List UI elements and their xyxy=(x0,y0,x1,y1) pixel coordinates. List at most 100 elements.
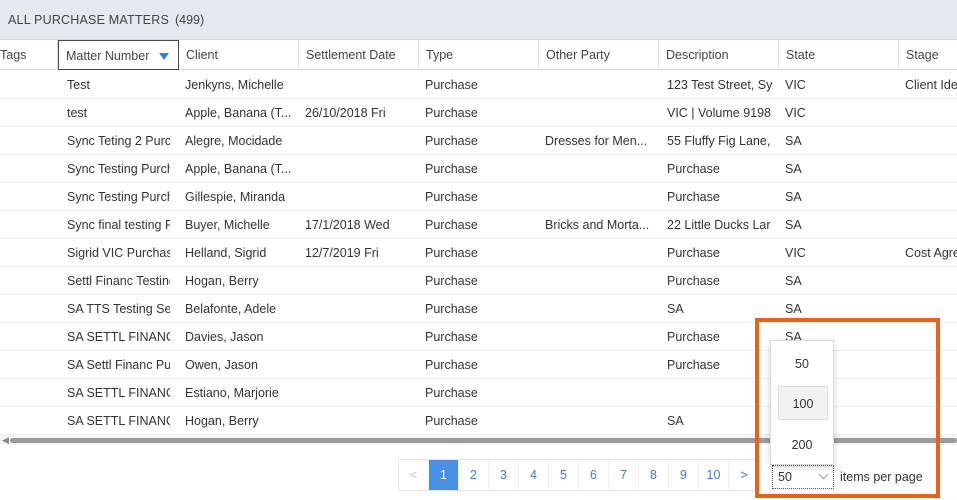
cell-description: Purchase xyxy=(667,246,720,260)
cell-settlement xyxy=(298,351,416,379)
cell-type: Purchase xyxy=(425,246,478,260)
pagination: <1 2 3 4 5 6 7 8 9 10 > xyxy=(398,459,760,491)
column-header-other-party[interactable]: Other Party xyxy=(539,40,659,70)
cell-stage xyxy=(898,267,957,295)
cell-stage xyxy=(898,183,957,211)
cell-state: VIC xyxy=(785,78,806,92)
cell-state: SA xyxy=(785,274,802,288)
items-per-page-select[interactable]: 50 xyxy=(772,465,834,489)
table-row[interactable]: SA TTS Testing Set Belafonte, Adele Purcha… xyxy=(0,295,957,323)
column-header-matter-number[interactable]: Matter Number xyxy=(58,40,179,70)
cell-settlement: 12/7/2019 Fri xyxy=(305,246,379,260)
cell-description: Purchase xyxy=(667,274,720,288)
table-row[interactable]: Settl Financ Testing Hogan, Berry Purchase… xyxy=(0,267,957,295)
cell-state: VIC xyxy=(785,106,806,120)
items-per-page-label: items per page xyxy=(840,470,923,484)
pager-page-7[interactable]: 7 xyxy=(609,460,639,490)
cell-stage xyxy=(898,295,957,323)
cell-other xyxy=(538,267,653,295)
cell-matter: Sync Testing Purch xyxy=(67,162,170,176)
pager-page-1[interactable]: 1 xyxy=(429,460,459,490)
cell-other xyxy=(538,295,653,323)
column-header-state[interactable]: State xyxy=(779,40,899,70)
sort-descending-icon[interactable] xyxy=(159,53,169,60)
cell-other xyxy=(538,183,653,211)
table-row[interactable]: test Apple, Banana (T... 26/10/2018 Fri Pur… xyxy=(0,99,957,127)
table-row[interactable]: Test Jenkyns, Michelle Purchase 123 Test St… xyxy=(0,71,957,99)
table-row[interactable]: Sync final testing F Buyer, Michelle 17/1/… xyxy=(0,211,957,239)
column-header-label: State xyxy=(786,48,816,62)
cell-description: Purchase xyxy=(667,162,720,176)
column-header-client[interactable]: Client xyxy=(179,40,299,70)
cell-matter: Test xyxy=(67,78,90,92)
pager-page-5[interactable]: 5 xyxy=(549,460,579,490)
cell-settlement xyxy=(298,183,416,211)
cell-other xyxy=(538,407,653,435)
column-header-label: Tags xyxy=(0,48,27,62)
cell-settlement xyxy=(298,155,416,183)
items-per-page-dropdown: 50 100 200 xyxy=(770,340,834,465)
cell-other xyxy=(538,99,653,127)
cell-matter: SA SETTL FINANC xyxy=(67,386,170,400)
cell-type: Purchase xyxy=(425,358,478,372)
cell-client: Buyer, Michelle xyxy=(185,218,270,232)
cell-stage xyxy=(898,99,957,127)
column-header-label: Matter Number xyxy=(66,49,150,63)
cell-settlement xyxy=(298,127,416,155)
items-per-page-value: 50 xyxy=(778,470,792,484)
cell-state: SA xyxy=(785,302,802,316)
cell-other xyxy=(538,239,653,267)
cell-stage: Cost Agre xyxy=(905,246,957,260)
pager-page-3[interactable]: 3 xyxy=(489,460,519,490)
cell-tags xyxy=(0,127,58,155)
cell-stage xyxy=(898,379,957,407)
cell-matter: SA TTS Testing Set xyxy=(67,302,170,316)
cell-description: 123 Test Street, Sy xyxy=(667,78,772,92)
column-header-label: Other Party xyxy=(546,48,610,62)
cell-client: Helland, Sigrid xyxy=(185,246,267,260)
cell-client: Jenkyns, Michelle xyxy=(185,78,284,92)
cell-client: Belafonte, Adele xyxy=(185,302,277,316)
cell-matter: SA Settl Financ Pu xyxy=(67,358,170,372)
column-header-tags[interactable]: Tags xyxy=(0,40,58,70)
column-header-label: Stage xyxy=(906,48,939,62)
pager-page-2[interactable]: 2 xyxy=(459,460,489,490)
cell-tags xyxy=(0,71,58,99)
cell-tags xyxy=(0,379,58,407)
column-header-stage[interactable]: Stage xyxy=(899,40,957,70)
cell-state: VIC xyxy=(785,246,806,260)
pager-page-8[interactable]: 8 xyxy=(639,460,669,490)
table-row[interactable]: Sigrid VIC Purchas Helland, Sigrid 12/7/20… xyxy=(0,239,957,267)
cell-type: Purchase xyxy=(425,302,478,316)
column-header-type[interactable]: Type xyxy=(419,40,539,70)
column-header-settlement-date[interactable]: Settlement Date xyxy=(299,40,419,70)
option-50[interactable]: 50 xyxy=(771,346,833,382)
cell-other: Dresses for Men... xyxy=(545,134,648,148)
pager-page-6[interactable]: 6 xyxy=(579,460,609,490)
scroll-left-icon[interactable]: ◀ xyxy=(2,435,9,445)
cell-type: Purchase xyxy=(425,386,478,400)
pager-prev-button[interactable]: < xyxy=(399,460,429,490)
chevron-down-icon xyxy=(818,469,829,480)
pager-page-9[interactable]: 9 xyxy=(669,460,699,490)
column-header-label: Description xyxy=(666,48,729,62)
cell-type: Purchase xyxy=(425,330,478,344)
cell-client: Hogan, Berry xyxy=(185,414,259,428)
table-row[interactable]: Sync Teting 2 Purc Alegre, Mocidade Purcha… xyxy=(0,127,957,155)
cell-other xyxy=(538,379,653,407)
table-row[interactable]: Sync Testing Purch Apple, Banana (T... Pur… xyxy=(0,155,957,183)
cell-tags xyxy=(0,323,58,351)
cell-stage xyxy=(898,323,957,351)
option-100[interactable]: 100 xyxy=(778,386,828,420)
cell-type: Purchase xyxy=(425,218,478,232)
cell-settlement xyxy=(298,267,416,295)
cell-tags xyxy=(0,351,58,379)
pager-page-4[interactable]: 4 xyxy=(519,460,549,490)
table-row[interactable]: Sync Testing Purch Gillespie, Miranda Purc… xyxy=(0,183,957,211)
grid-header: Tags Matter Number Client Settlement Dat… xyxy=(0,40,957,70)
column-header-description[interactable]: Description xyxy=(659,40,779,70)
cell-description xyxy=(660,379,772,407)
pager-next-button[interactable]: > xyxy=(729,460,759,490)
option-200[interactable]: 200 xyxy=(771,427,833,463)
pager-page-10[interactable]: 10 xyxy=(699,460,729,490)
